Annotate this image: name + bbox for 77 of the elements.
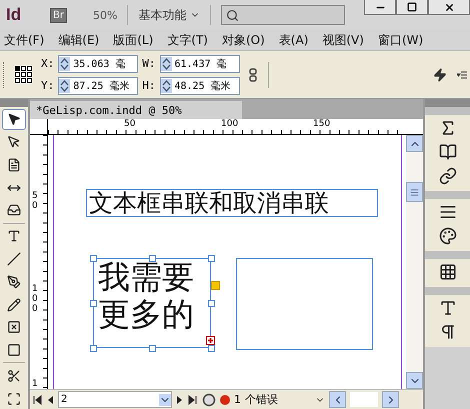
menu-item[interactable]: 窗口(W) [378,32,424,48]
link-icon[interactable] [248,68,258,82]
workspace-menu[interactable]: 基本功能 [138,6,186,24]
selection-tool-icon[interactable] [2,108,26,130]
last-page-icon[interactable] [188,394,198,404]
overset-port-icon[interactable] [206,336,215,345]
palette-icon[interactable] [438,227,456,245]
resize-handle[interactable] [90,345,97,352]
resize-handle[interactable] [208,345,215,352]
empty-frame[interactable] [236,258,373,350]
menu-item[interactable]: 视图(V) [322,32,364,48]
menu-item[interactable]: 文字(T) [167,32,208,48]
menu-item[interactable]: 对象(O) [222,32,265,48]
page-field[interactable]: 2 [58,391,172,408]
ruler-label: 100 [32,285,39,315]
chevron-down-icon[interactable] [159,394,171,406]
ruler-label: 50 [124,119,136,129]
menu-item[interactable]: 表(A) [278,32,308,48]
resize-handle[interactable] [208,255,215,262]
coordinate-field[interactable]: 87.25 毫米 [58,76,138,94]
close-icon [444,2,454,12]
menu-item[interactable]: 编辑(E) [58,32,100,48]
coordinate-field[interactable]: 35.063 毫 [58,54,138,72]
error-count[interactable]: 1 [234,393,241,406]
spinner-icon[interactable] [59,78,70,92]
preflight-icon[interactable] [202,392,216,406]
resize-handle[interactable] [90,300,97,307]
coordinate-field[interactable]: 48.25 毫米 [160,76,240,94]
error-dot [220,394,230,404]
resize-handle[interactable] [149,345,156,352]
scroll-thumb[interactable] [406,182,423,202]
scroll-left-button[interactable] [329,391,346,408]
spinner-icon[interactable] [59,56,70,70]
search-field[interactable] [221,5,346,25]
ruler-label: 100 [221,119,238,129]
error-label[interactable]: 个错误 [245,392,278,407]
menu-item[interactable]: 文件(F) [4,32,44,48]
field-label: H: [142,79,156,92]
maximize-icon [407,2,417,12]
resize-handle[interactable] [90,255,97,262]
stroke-icon[interactable] [438,203,456,221]
document-tab[interactable]: *GeLisp.com.indd @ 50% [30,101,242,119]
app-logo: Id [6,5,22,25]
character-style-icon[interactable] [438,299,456,317]
spinner-icon[interactable] [160,56,172,70]
previous-page-icon[interactable] [46,394,54,404]
scroll-up-button[interactable] [406,135,423,152]
in-port-icon [211,280,220,290]
panel-menu-icon[interactable] [457,70,467,78]
scroll-track[interactable] [350,392,378,407]
coordinate-field[interactable]: 61.437 毫 [160,54,240,72]
reference-point-icon[interactable] [15,66,33,84]
field-label: X: [41,57,54,70]
first-page-icon[interactable] [32,394,42,404]
spinner-icon[interactable] [160,78,172,92]
table-icon[interactable] [438,263,456,281]
resize-handle[interactable] [208,300,215,307]
minimize-button[interactable] [364,0,396,15]
close-button[interactable] [428,0,470,15]
maximize-button[interactable] [396,0,428,15]
ruler-label: 1 [32,380,39,390]
field-label: Y: [41,79,54,92]
ruler-label: 50 [32,192,39,212]
field-label: W: [142,57,156,70]
ruler-label: 150 [313,119,330,129]
zoom-level[interactable]: 50% [92,8,118,22]
scroll-right-button[interactable] [382,391,399,408]
scroll-down-button[interactable] [406,372,423,389]
lightning-icon[interactable] [433,68,447,82]
links-icon[interactable] [438,167,456,185]
text-frame[interactable]: 文本框串联和取消串联 [86,189,378,217]
menu-item[interactable]: 版面(L) [113,32,154,48]
resize-handle[interactable] [149,255,156,262]
pages-icon[interactable] [438,143,456,161]
bridge-button[interactable]: Br [50,8,67,22]
next-page-icon[interactable] [176,394,184,404]
search-icon [226,8,240,22]
